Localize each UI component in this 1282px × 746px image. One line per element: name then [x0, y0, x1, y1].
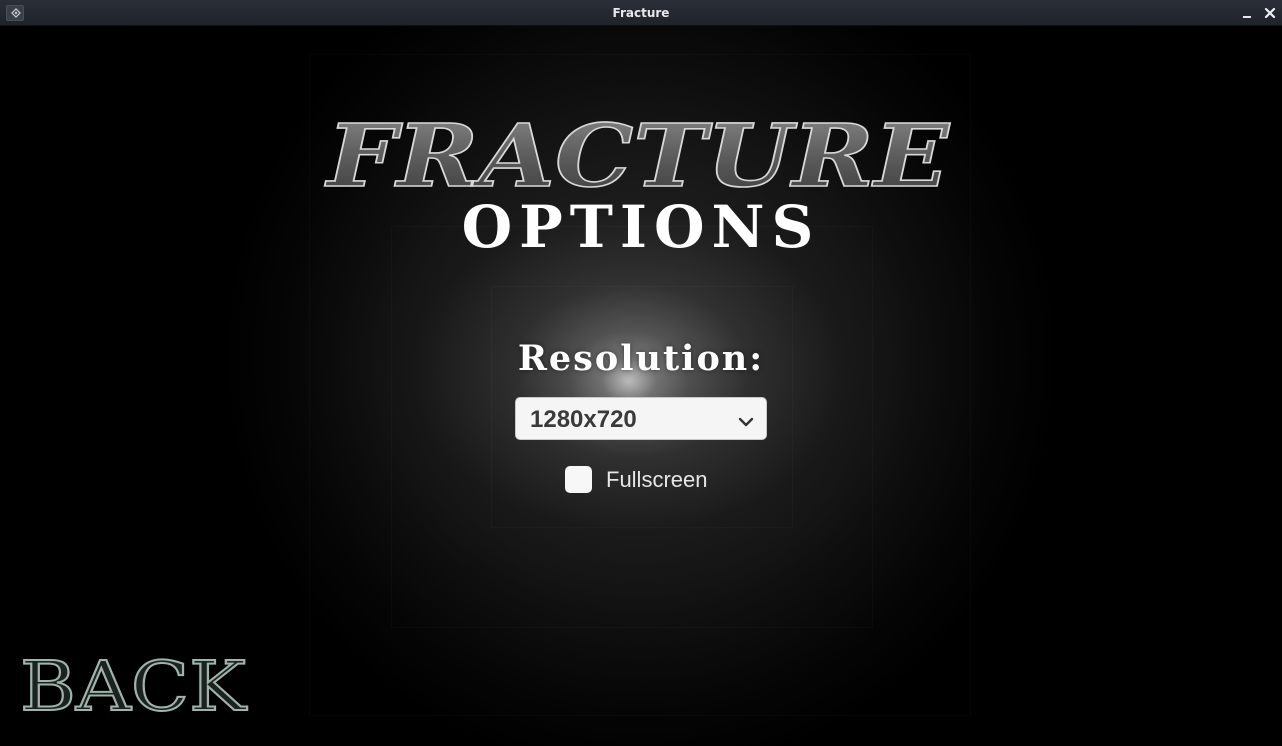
fullscreen-checkbox[interactable] — [565, 466, 592, 493]
chevron-down-icon — [738, 413, 754, 432]
minimize-icon[interactable] — [1239, 4, 1257, 22]
window-title: Fracture — [612, 6, 670, 20]
fracture-logo: FRACTURE — [323, 106, 953, 196]
options-screen: FRACTURE OPTIONS Resolution: 1280x720 Fu… — [1, 26, 1281, 746]
resolution-label: Resolution: — [517, 338, 765, 379]
logo-text: FRACTURE — [324, 106, 951, 196]
resolution-dropdown[interactable]: 1280x720 — [515, 397, 767, 440]
back-button[interactable]: BACK — [17, 644, 257, 724]
game-window: Fracture FRACTURE OPTIONS Resolution: 12… — [0, 0, 1282, 746]
fullscreen-option[interactable]: Fullscreen — [565, 465, 765, 495]
resolution-value: 1280x720 — [530, 406, 637, 433]
back-label: BACK — [20, 648, 247, 724]
page-title: OPTIONS — [461, 193, 821, 261]
title-bar: Fracture — [0, 0, 1282, 26]
close-icon[interactable] — [1261, 4, 1279, 22]
fullscreen-label[interactable]: Fullscreen — [606, 465, 707, 495]
